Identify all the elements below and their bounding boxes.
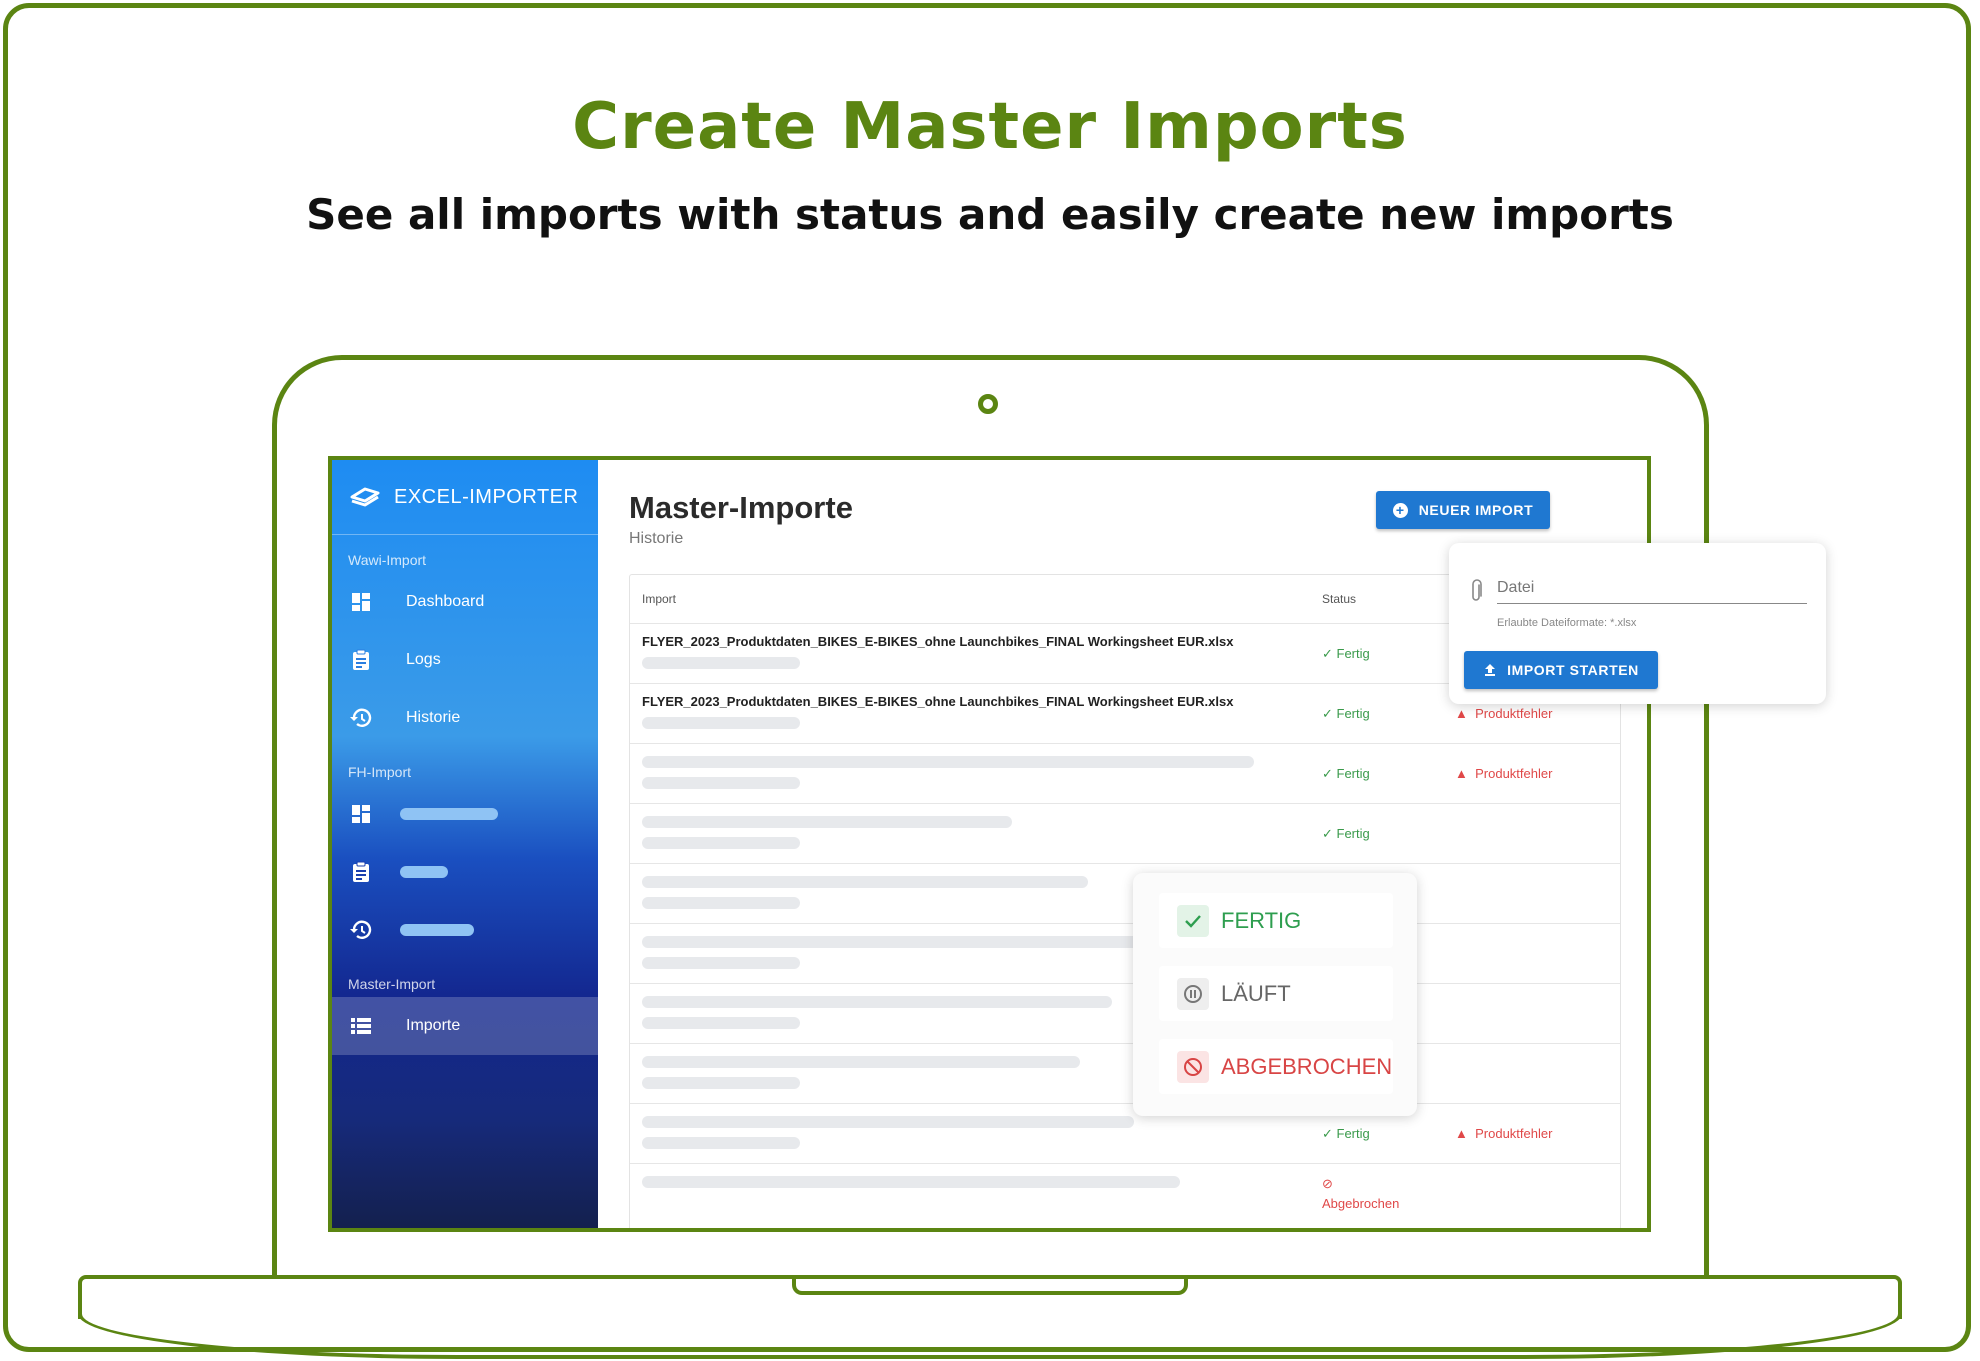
laptop-camera (978, 394, 998, 414)
status-error: ▲ Produktfehler (1455, 706, 1553, 721)
page-subtitle: Historie (629, 530, 684, 547)
status-error: ▲ Produktfehler (1455, 766, 1553, 781)
skeleton-line (642, 936, 1142, 948)
clipboard-icon (350, 649, 372, 671)
legend-label: LÄUFT (1221, 980, 1291, 1006)
warning-icon: ▲ (1455, 1126, 1468, 1141)
sidebar-item-historie[interactable]: Historie (332, 689, 598, 747)
legend-item-laeuft: LÄUFT (1159, 966, 1393, 1021)
table-row[interactable]: ✓ Fertig ▲ Produktfehler (630, 743, 1620, 804)
sidebar-item-importe[interactable]: Importe (332, 997, 598, 1055)
start-import-button[interactable]: IMPORT STARTEN (1464, 651, 1658, 689)
dashboard-icon (350, 803, 372, 825)
sidebar-item-label: Dashboard (406, 593, 485, 610)
table-row[interactable] (630, 1043, 1620, 1104)
skeleton-line (642, 816, 1012, 828)
import-filename: FLYER_2023_Produktdaten_BIKES_E-BIKES_oh… (642, 694, 1234, 709)
skeleton-line (642, 1176, 1180, 1188)
file-format-hint: Erlaubte Dateiformate: *.xlsx (1497, 617, 1637, 629)
skeleton-line (642, 876, 1088, 888)
upload-popover: Datei Erlaubte Dateiformate: *.xlsx IMPO… (1449, 543, 1826, 704)
sidebar-item-fh-historie[interactable] (332, 901, 598, 959)
hero-title: Create Master Imports (572, 90, 1408, 164)
status-ok: ✓ Fertig (1322, 826, 1370, 841)
status-ok: ✓ Fertig (1322, 1126, 1370, 1141)
legend-item-abgebrochen: ABGEBROCHEN (1159, 1039, 1393, 1094)
table-row[interactable] (630, 863, 1620, 924)
table-row[interactable]: ✓ Fertig ▲ Produktfehler (630, 1103, 1620, 1164)
skeleton-line (642, 777, 800, 789)
check-icon (1177, 904, 1209, 937)
table-row[interactable]: ✓ Fertig (630, 803, 1620, 864)
sidebar-item-label: Historie (406, 709, 461, 726)
skeleton-line (642, 897, 800, 909)
skeleton-line (642, 1116, 1134, 1128)
brand[interactable]: EXCEL-IMPORTER (332, 460, 598, 535)
skeleton-line (642, 1056, 1080, 1068)
skeleton-line (642, 996, 1112, 1008)
sidebar-item-label: Importe (406, 1017, 461, 1034)
new-import-button[interactable]: + NEUER IMPORT (1376, 491, 1550, 529)
skeleton-line (642, 717, 800, 729)
label-placeholder (400, 808, 498, 820)
file-input[interactable]: Datei (1497, 579, 1807, 604)
status-ok: ✓ Fertig (1322, 646, 1370, 661)
brand-name: EXCEL-IMPORTER (394, 485, 579, 508)
section-label-master: Master-Import (348, 976, 436, 992)
skeleton-line (642, 756, 1254, 768)
table-row[interactable]: ⊘ Abgebrochen (630, 1163, 1620, 1224)
dashboard-icon (350, 591, 372, 613)
section-label-wawi: Wawi-Import (348, 552, 427, 568)
label-placeholder (400, 924, 474, 936)
block-icon: ⊘ (1322, 1176, 1333, 1191)
legend-label: ABGEBROCHEN (1221, 1053, 1393, 1079)
status-legend: FERTIG LÄUFT ABGEBROCHEN (1133, 873, 1417, 1116)
logo-icon (350, 487, 380, 507)
skeleton-line (642, 1017, 800, 1029)
block-icon (1177, 1050, 1209, 1083)
laptop-base-bottom (78, 1314, 1902, 1359)
column-header-import[interactable]: Import (642, 575, 676, 623)
hero-subtitle: See all imports with status and easily c… (306, 190, 1674, 239)
skeleton-line (642, 837, 800, 849)
plus-icon: + (1392, 502, 1408, 518)
status-ok: ✓ Fertig (1322, 706, 1370, 721)
skeleton-line (642, 957, 800, 969)
sidebar-item-fh-logs[interactable] (332, 843, 598, 901)
sidebar-item-dashboard[interactable]: Dashboard (332, 573, 598, 631)
list-icon (350, 1015, 372, 1037)
table-row[interactable] (630, 923, 1620, 984)
status-ok: ✓ Fertig (1322, 766, 1370, 781)
sidebar-item-label: Logs (406, 651, 441, 668)
page-title: Master-Importe (629, 490, 853, 525)
pause-icon (1177, 977, 1209, 1010)
column-header-status[interactable]: Status (1322, 575, 1356, 623)
legend-label: FERTIG (1221, 907, 1302, 933)
skeleton-line (642, 657, 800, 669)
skeleton-line (642, 1077, 800, 1089)
sidebar-item-logs[interactable]: Logs (332, 631, 598, 689)
status-aborted: ⊘ Abgebrochen (1322, 1176, 1400, 1211)
warning-icon: ▲ (1455, 706, 1468, 721)
history-icon (350, 919, 372, 941)
warning-icon: ▲ (1455, 766, 1468, 781)
skeleton-line (642, 1137, 800, 1149)
import-filename: FLYER_2023_Produktdaten_BIKES_E-BIKES_oh… (642, 634, 1234, 649)
section-label-fh: FH-Import (348, 764, 411, 780)
start-import-label: IMPORT STARTEN (1507, 662, 1639, 678)
label-placeholder (400, 866, 448, 878)
legend-item-fertig: FERTIG (1159, 893, 1393, 948)
status-error: ▲ Produktfehler (1455, 1126, 1553, 1141)
paperclip-icon (1472, 579, 1482, 601)
table-row[interactable] (630, 983, 1620, 1044)
history-icon (350, 707, 372, 729)
sidebar: EXCEL-IMPORTER Wawi-Import Dashboard Log… (332, 460, 598, 1228)
new-import-label: NEUER IMPORT (1418, 502, 1534, 518)
sidebar-item-fh-dashboard[interactable] (332, 785, 598, 843)
clipboard-icon (350, 861, 372, 883)
laptop-notch (792, 1275, 1188, 1295)
upload-icon (1485, 664, 1496, 676)
